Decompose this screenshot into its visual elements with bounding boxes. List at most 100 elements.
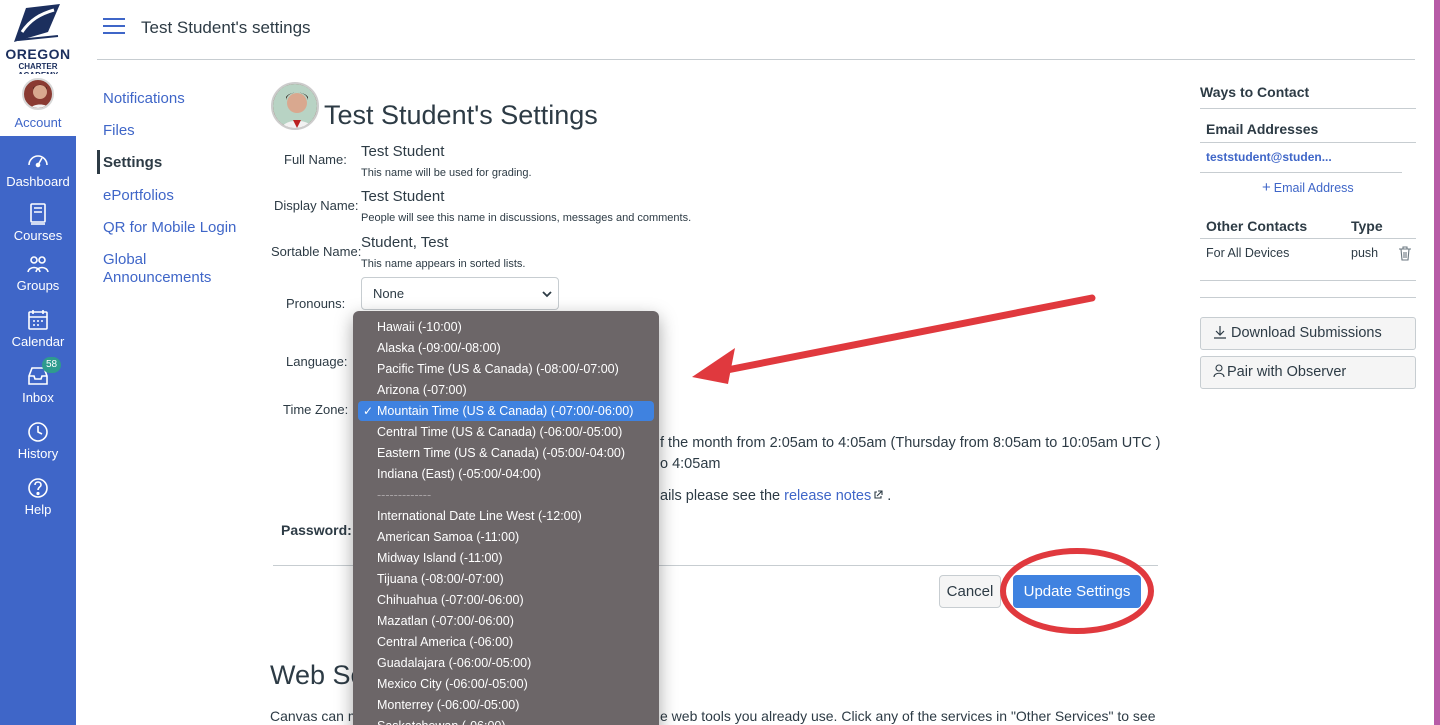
pronouns-select[interactable]: None	[361, 277, 559, 310]
timezone-separator: -------------	[358, 485, 654, 505]
display-name-value: Test Student	[361, 188, 445, 205]
timezone-option-label: Mexico City (-06:00/-05:00)	[377, 677, 528, 691]
pair-with-observer-button[interactable]: Pair with Observer	[1200, 356, 1416, 389]
timezone-option[interactable]: International Date Line West (-12:00)	[358, 506, 654, 526]
timezone-option[interactable]: Hawaii (-10:00)	[358, 317, 654, 337]
timezone-option[interactable]: Monterrey (-06:00/-05:00)	[358, 695, 654, 715]
timezone-option-label: Central America (-06:00)	[377, 635, 514, 649]
chevron-down-icon	[542, 291, 552, 298]
contact-name: For All Devices	[1206, 246, 1290, 260]
timezone-option[interactable]: ✓ Mountain Time (US & Canada) (-07:00/-06…	[358, 401, 654, 421]
release-notes-prefix: ails please see the	[660, 488, 785, 504]
full-name-value: Test Student	[361, 143, 445, 160]
timezone-option-label: Mazatlan (-07:00/-06:00)	[377, 614, 514, 628]
timezone-option-label: Mountain Time (US & Canada) (-07:00/-06:…	[377, 404, 634, 418]
nav-calendar[interactable]: Calendar	[0, 302, 76, 358]
school-logo[interactable]: OREGON CHARTER ACADEMY	[0, 0, 76, 80]
timezone-option[interactable]: Midway Island (-11:00)	[358, 548, 654, 568]
section-nav-qr[interactable]: QR for Mobile Login	[103, 219, 236, 237]
timezone-option[interactable]: Mazatlan (-07:00/-06:00)	[358, 611, 654, 631]
dashboard-icon	[28, 155, 48, 168]
nav-help[interactable]: Help	[0, 470, 76, 526]
timezone-option-label: Central Time (US & Canada) (-06:00/-05:0…	[377, 425, 623, 439]
email-link[interactable]: teststudent@studen...	[1206, 150, 1332, 164]
timezone-option[interactable]: Central Time (US & Canada) (-06:00/-05:0…	[358, 422, 654, 442]
timezone-option-label: Tijuana (-08:00/-07:00)	[377, 572, 504, 586]
user-link-icon	[1213, 364, 1225, 378]
timezone-option[interactable]: Indiana (East) (-05:00/-04:00)	[358, 464, 654, 484]
page-title: Test Student's Settings	[324, 100, 598, 130]
timezone-dropdown[interactable]: Hawaii (-10:00) Alaska (-09:00/-08:00) Pac…	[353, 311, 659, 725]
menu-toggle-icon[interactable]	[103, 18, 125, 34]
nav-groups[interactable]: Groups	[0, 246, 76, 302]
nav-courses[interactable]: Courses	[0, 196, 76, 252]
timezone-option-label: American Samoa (-11:00)	[377, 530, 520, 544]
download-submissions-button[interactable]: Download Submissions	[1200, 317, 1416, 350]
logo-text: OREGON	[5, 46, 71, 62]
maintenance-text-2: o 4:05am	[660, 456, 721, 472]
nav-history-label: History	[17, 446, 59, 461]
timezone-option[interactable]: Guadalajara (-06:00/-05:00)	[358, 653, 654, 673]
timezone-option[interactable]: Arizona (-07:00)	[358, 380, 654, 400]
download-submissions-label: Download Submissions	[1231, 325, 1382, 341]
section-nav-settings[interactable]: Settings	[103, 154, 162, 172]
add-email-button[interactable]: + Email Address	[1262, 179, 1354, 196]
email-addresses-heading: Email Addresses	[1206, 121, 1319, 137]
timezone-option[interactable]: Mexico City (-06:00/-05:00)	[358, 674, 654, 694]
timezone-option-label: Saskatchewan (-06:00)	[377, 719, 506, 725]
timezone-option[interactable]: American Samoa (-11:00)	[358, 527, 654, 547]
avatar	[22, 78, 54, 110]
timezone-option[interactable]: Chihuahua (-07:00/-06:00)	[358, 590, 654, 610]
other-contacts-heading: Other Contacts	[1206, 218, 1308, 234]
web-services-title: Web Se	[270, 660, 366, 690]
nav-dashboard[interactable]: Dashboard	[0, 142, 76, 198]
help-icon	[28, 478, 48, 498]
section-nav-global-announcements[interactable]: Global Announcements	[103, 251, 211, 287]
download-icon	[1214, 326, 1226, 339]
nav-dashboard-label: Dashboard	[6, 174, 70, 189]
timezone-option[interactable]: Alaska (-09:00/-08:00)	[358, 338, 654, 358]
cancel-button[interactable]: Cancel	[939, 575, 1001, 608]
timezone-option-label: Pacific Time (US & Canada) (-08:00/-07:0…	[377, 362, 619, 376]
nav-account[interactable]: Account	[0, 74, 76, 136]
groups-icon	[27, 256, 49, 273]
divider	[1200, 297, 1416, 298]
history-icon	[28, 422, 48, 442]
timezone-option[interactable]: Central America (-06:00)	[358, 632, 654, 652]
timezone-option[interactable]: Eastern Time (US & Canada) (-05:00/-04:0…	[358, 443, 654, 463]
timezone-option-label: Monterrey (-06:00/-05:00)	[377, 698, 520, 712]
trash-icon[interactable]	[1398, 246, 1412, 261]
checkmark-icon: ✓	[363, 404, 374, 418]
contact-type: push	[1351, 246, 1379, 260]
timezone-option-label: Hawaii (-10:00)	[377, 320, 462, 334]
timezone-option-label: Midway Island (-11:00)	[377, 551, 503, 565]
timezone-option[interactable]: Saskatchewan (-06:00)	[358, 716, 654, 725]
nav-account-label: Account	[14, 115, 62, 130]
timezone-option-label: Indiana (East) (-05:00/-04:00)	[377, 467, 541, 481]
release-notes-link[interactable]: release notes	[784, 488, 871, 504]
web-services-text-right: e web tools you already use. Click any o…	[660, 708, 1156, 724]
timezone-option-label: International Date Line West (-12:00)	[377, 509, 582, 523]
section-nav-notifications[interactable]: Notifications	[103, 90, 185, 108]
password-label: Password:	[281, 522, 352, 538]
web-services-text-left: Canvas can m	[270, 708, 360, 724]
timezone-option-label: Chihuahua (-07:00/-06:00)	[377, 593, 524, 607]
section-nav-global-line2: Announcements	[103, 269, 212, 286]
nav-inbox-label: Inbox	[22, 390, 54, 405]
divider	[1200, 108, 1416, 109]
language-label: Language:	[286, 354, 348, 369]
nav-groups-label: Groups	[16, 278, 60, 293]
external-link-icon	[874, 490, 883, 499]
timezone-label: Time Zone:	[283, 402, 349, 417]
profile-avatar[interactable]	[271, 82, 319, 130]
pronouns-label: Pronouns:	[286, 296, 346, 311]
update-settings-button[interactable]: Update Settings	[1013, 575, 1141, 608]
nav-history[interactable]: History	[0, 414, 76, 470]
plus-icon: +	[1262, 179, 1271, 196]
timezone-option[interactable]: Pacific Time (US & Canada) (-08:00/-07:0…	[358, 359, 654, 379]
timezone-option[interactable]: Tijuana (-08:00/-07:00)	[358, 569, 654, 589]
section-nav-eportfolios[interactable]: ePortfolios	[103, 187, 174, 205]
nav-inbox[interactable]: 58 Inbox	[0, 357, 76, 414]
divider	[1200, 172, 1402, 173]
section-nav-files[interactable]: Files	[103, 122, 135, 140]
